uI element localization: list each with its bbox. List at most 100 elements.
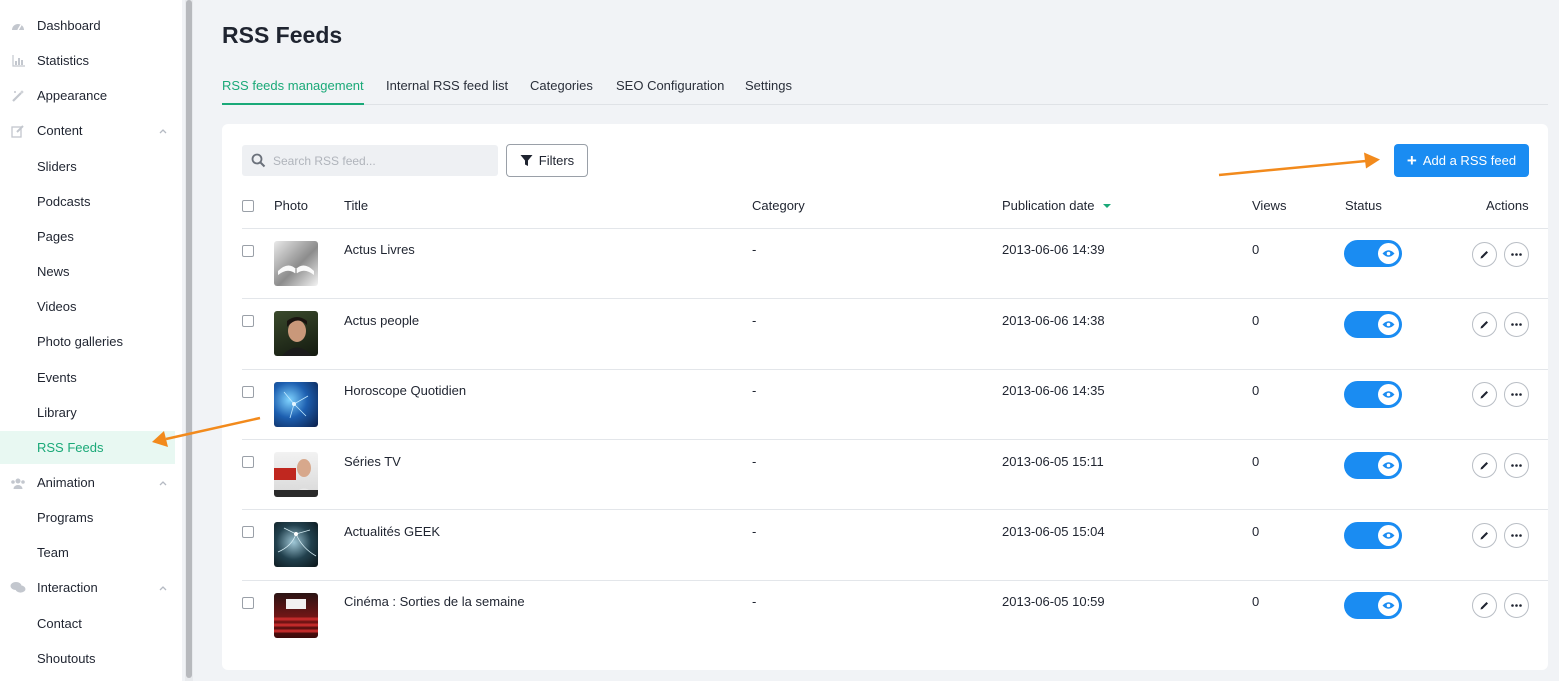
row-category: - bbox=[752, 313, 757, 328]
row-views: 0 bbox=[1252, 594, 1260, 609]
more-options-button[interactable] bbox=[1504, 523, 1529, 548]
search-box[interactable] bbox=[242, 145, 498, 176]
edit-button[interactable] bbox=[1472, 523, 1497, 548]
more-options-button[interactable] bbox=[1504, 312, 1529, 337]
more-options-button[interactable] bbox=[1504, 453, 1529, 478]
sidebar-item-appearance[interactable]: Appearance bbox=[0, 79, 175, 112]
row-checkbox[interactable] bbox=[242, 526, 254, 538]
tab-rss-feeds-management[interactable]: RSS feeds management bbox=[222, 78, 364, 105]
plus-icon: + bbox=[1406, 151, 1417, 170]
sidebar: Dashboard Statistics Appearance Content … bbox=[0, 0, 182, 681]
row-title[interactable]: Séries TV bbox=[344, 454, 401, 469]
pencil-icon bbox=[1480, 251, 1488, 259]
status-toggle[interactable] bbox=[1344, 381, 1402, 408]
tab-settings[interactable]: Settings bbox=[745, 78, 792, 105]
row-category: - bbox=[752, 524, 757, 539]
more-options-button[interactable] bbox=[1504, 242, 1529, 267]
sidebar-item-programs[interactable]: Programs bbox=[0, 501, 175, 534]
row-title[interactable]: Actus people bbox=[344, 313, 419, 328]
tab-bar: RSS feeds management Internal RSS feed l… bbox=[222, 78, 1548, 105]
sidebar-item-animation[interactable]: Animation bbox=[0, 466, 175, 499]
tab-categories[interactable]: Categories bbox=[530, 78, 593, 105]
eye-icon bbox=[1378, 314, 1399, 335]
bar-chart-icon bbox=[10, 53, 26, 69]
sidebar-item-contact[interactable]: Contact bbox=[0, 607, 175, 640]
page-title: RSS Feeds bbox=[222, 22, 343, 48]
status-toggle[interactable] bbox=[1344, 311, 1402, 338]
edit-button[interactable] bbox=[1472, 593, 1497, 618]
row-photo-person bbox=[274, 311, 318, 356]
add-rss-feed-button[interactable]: + Add a RSS feed bbox=[1394, 144, 1529, 177]
row-views: 0 bbox=[1252, 383, 1260, 398]
edit-button[interactable] bbox=[1472, 453, 1497, 478]
table-divider bbox=[242, 298, 1548, 299]
row-views: 0 bbox=[1252, 524, 1260, 539]
sidebar-item-rss-feeds[interactable]: RSS Feeds bbox=[0, 431, 175, 464]
row-date: 2013-06-06 14:35 bbox=[1002, 383, 1105, 398]
tab-internal-rss-feed-list[interactable]: Internal RSS feed list bbox=[386, 78, 508, 105]
column-header-publication-date[interactable]: Publication date bbox=[1002, 198, 1112, 213]
sidebar-item-interaction[interactable]: Interaction bbox=[0, 571, 175, 604]
edit-button[interactable] bbox=[1472, 242, 1497, 267]
sidebar-item-sliders[interactable]: Sliders bbox=[0, 150, 175, 183]
chevron-up-icon bbox=[159, 585, 167, 590]
sidebar-scrollbar-thumb[interactable] bbox=[186, 0, 192, 678]
row-checkbox[interactable] bbox=[242, 315, 254, 327]
row-date: 2013-06-06 14:38 bbox=[1002, 313, 1105, 328]
row-date: 2013-06-05 10:59 bbox=[1002, 594, 1105, 609]
sidebar-item-statistics[interactable]: Statistics bbox=[0, 44, 175, 77]
gauge-icon bbox=[10, 18, 26, 34]
status-toggle[interactable] bbox=[1344, 452, 1402, 479]
row-title[interactable]: Horoscope Quotidien bbox=[344, 383, 466, 398]
row-checkbox[interactable] bbox=[242, 245, 254, 257]
status-toggle[interactable] bbox=[1344, 240, 1402, 267]
row-checkbox[interactable] bbox=[242, 456, 254, 468]
row-title[interactable]: Cinéma : Sorties de la semaine bbox=[344, 594, 525, 609]
pencil-icon bbox=[1480, 391, 1488, 399]
column-header-views[interactable]: Views bbox=[1252, 198, 1286, 213]
filters-button[interactable]: Filters bbox=[506, 144, 588, 177]
status-toggle[interactable] bbox=[1344, 592, 1402, 619]
row-date: 2013-06-05 15:11 bbox=[1002, 454, 1104, 469]
sidebar-item-dashboard[interactable]: Dashboard bbox=[0, 9, 175, 42]
status-toggle[interactable] bbox=[1344, 522, 1402, 549]
search-input[interactable] bbox=[273, 145, 493, 176]
column-header-status: Status bbox=[1345, 198, 1382, 213]
row-date: 2013-06-05 15:04 bbox=[1002, 524, 1105, 539]
edit-button[interactable] bbox=[1472, 382, 1497, 407]
row-checkbox[interactable] bbox=[242, 386, 254, 398]
sidebar-item-team[interactable]: Team bbox=[0, 536, 175, 569]
row-photo-book bbox=[274, 241, 318, 286]
pencil-icon bbox=[1480, 602, 1488, 610]
eye-icon bbox=[1378, 595, 1399, 616]
sidebar-item-shoutouts[interactable]: Shoutouts bbox=[0, 642, 175, 675]
more-options-button[interactable] bbox=[1504, 593, 1529, 618]
eye-icon bbox=[1378, 525, 1399, 546]
sidebar-item-news[interactable]: News bbox=[0, 255, 175, 288]
row-checkbox[interactable] bbox=[242, 597, 254, 609]
column-header-category[interactable]: Category bbox=[752, 198, 805, 213]
sidebar-item-events[interactable]: Events bbox=[0, 361, 175, 394]
table-divider bbox=[242, 228, 1548, 229]
select-all-checkbox[interactable] bbox=[242, 200, 254, 212]
magic-wand-icon bbox=[10, 88, 26, 104]
sidebar-item-library[interactable]: Library bbox=[0, 396, 175, 429]
sidebar-item-pages[interactable]: Pages bbox=[0, 220, 175, 253]
sidebar-item-podcasts[interactable]: Podcasts bbox=[0, 185, 175, 218]
row-views: 0 bbox=[1252, 454, 1260, 469]
sidebar-item-content[interactable]: Content bbox=[0, 114, 175, 147]
table-divider bbox=[242, 580, 1548, 581]
ellipsis-icon bbox=[1511, 464, 1522, 467]
edit-button[interactable] bbox=[1472, 312, 1497, 337]
comments-icon bbox=[10, 580, 26, 596]
pencil-icon bbox=[1480, 462, 1488, 470]
row-title[interactable]: Actus Livres bbox=[344, 242, 415, 257]
row-title[interactable]: Actualités GEEK bbox=[344, 524, 440, 539]
pencil-icon bbox=[1480, 321, 1488, 329]
sidebar-item-photo-galleries[interactable]: Photo galleries bbox=[0, 325, 175, 358]
chevron-up-icon bbox=[159, 480, 167, 485]
column-header-title[interactable]: Title bbox=[344, 198, 368, 213]
more-options-button[interactable] bbox=[1504, 382, 1529, 407]
tab-seo-configuration[interactable]: SEO Configuration bbox=[616, 78, 724, 105]
sidebar-item-videos[interactable]: Videos bbox=[0, 290, 175, 323]
